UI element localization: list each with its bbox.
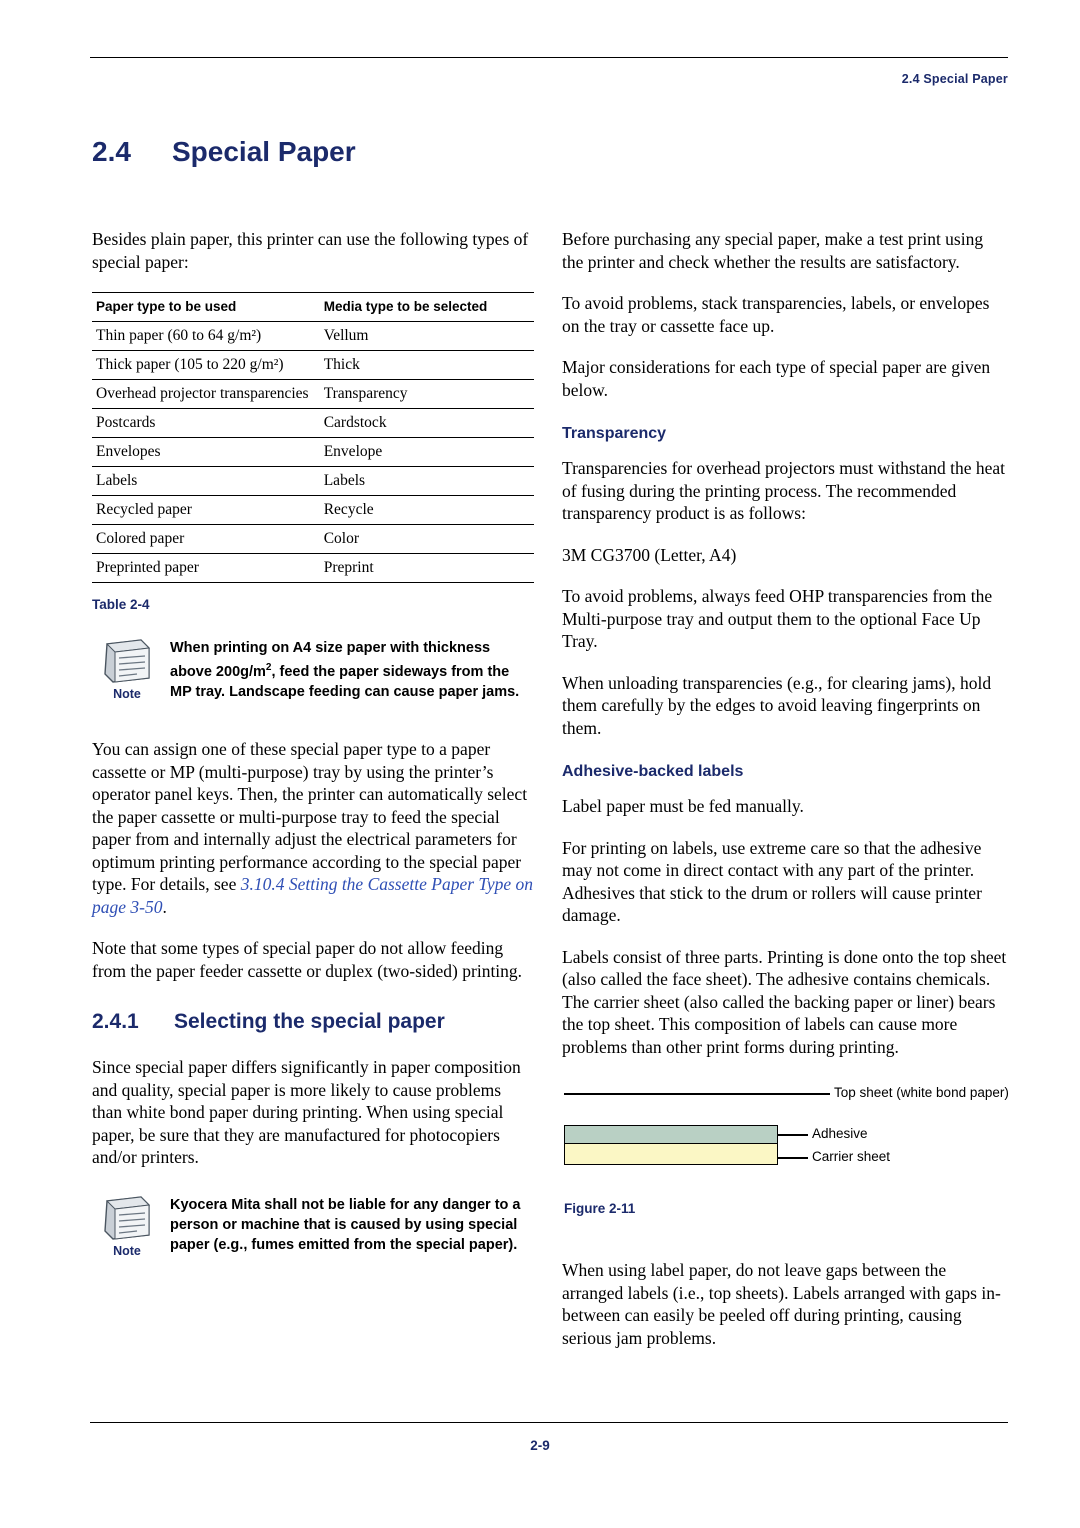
document-page: 2.4 Special Paper 2.4 Special Paper Besid… [0, 0, 1080, 1528]
right-column: Before purchasing any special paper, mak… [562, 228, 1009, 1368]
cell-paper-type: Postcards [92, 408, 320, 438]
labels-paragraph-2: For printing on labels, use extreme care… [562, 837, 982, 926]
cell-paper-type: Overhead projector transparencies [92, 379, 320, 409]
labels-paragraph-1: Label paper must be fed manually. [562, 796, 804, 816]
figure-leader-carrier [778, 1157, 808, 1159]
note-icon-wrap: Note [92, 1195, 162, 1258]
footer-divider [90, 1422, 1008, 1423]
left-column: Besides plain paper, this printer can us… [92, 228, 534, 1295]
page-number: 2-9 [530, 1438, 550, 1453]
subheading-adhesive-backed-labels: Adhesive-backed labels [562, 763, 744, 780]
cell-paper-type: Colored paper [92, 524, 320, 554]
cell-media-type: Vellum [319, 321, 534, 351]
cell-media-type: Thick [319, 350, 534, 380]
table-header-paper-type: Paper type to be used [92, 292, 320, 322]
table-row: Preprinted paper Preprint [92, 553, 534, 583]
table-caption: Table 2-4 [92, 597, 150, 612]
table-row: Envelopes Envelope [92, 437, 534, 467]
notebook-icon [104, 1195, 151, 1240]
notebook-icon [104, 639, 151, 683]
table-row: Recycled paper Recycle [92, 495, 534, 525]
note-text: When printing on A4 size paper with thic… [170, 638, 534, 702]
running-head: 2.4 Special Paper [901, 72, 1008, 86]
assign-paragraph-end: . [162, 896, 167, 917]
major-considerations-paragraph: Major considerations for each type of sp… [562, 357, 991, 400]
figure-leader-adhesive [778, 1134, 808, 1136]
note-block-liability: Note Kyocera Mita shall not be liable fo… [92, 1195, 534, 1269]
avoid-problems-paragraph: To avoid problems, stack transparencies,… [562, 293, 990, 336]
transparency-product: 3M CG3700 (Letter, A4) [562, 544, 737, 565]
feeding-note-paragraph: Note that some types of special paper do… [92, 938, 523, 981]
before-purchasing-paragraph: Before purchasing any special paper, mak… [562, 229, 984, 272]
figure-label-top-sheet: Top sheet (white bond paper) [834, 1085, 1009, 1100]
cell-media-type: Cardstock [319, 408, 534, 438]
section-heading-selecting-special-paper: 2.4.1 Selecting the special paper [92, 1010, 534, 1034]
table-row: Thick paper (105 to 220 g/m²) Thick [92, 350, 534, 380]
cell-paper-type: Labels [92, 466, 320, 496]
table-header-media-type: Media type to be selected [319, 292, 534, 322]
note-label: Note [113, 687, 141, 701]
figure-caption: Figure 2-11 [564, 1201, 636, 1216]
table-row: Labels Labels [92, 466, 534, 496]
transparency-paragraph-2: To avoid problems, always feed OHP trans… [562, 586, 993, 651]
intro-paragraph: Besides plain paper, this printer can us… [92, 229, 529, 272]
cell-paper-type: Envelopes [92, 437, 320, 467]
figure-label-carrier-sheet: Carrier sheet [812, 1149, 891, 1164]
figure-top-sheet-line [564, 1093, 778, 1095]
cell-media-type: Recycle [319, 495, 534, 525]
subheading-transparency: Transparency [562, 425, 667, 442]
figure-adhesive-band [564, 1125, 778, 1144]
note-block-a4-thickness: Note When printing on A4 size paper with… [92, 638, 534, 712]
figure-label-adhesive: Adhesive [812, 1126, 868, 1141]
figure-leader-top [778, 1093, 830, 1095]
cell-paper-type: Recycled paper [92, 495, 320, 525]
cell-media-type: Preprint [319, 553, 534, 583]
cell-media-type: Labels [319, 466, 534, 496]
labels-paragraph-3: Labels consist of three parts. Printing … [562, 946, 1007, 1057]
gaps-paragraph: When using label paper, do not leave gap… [562, 1260, 1001, 1348]
figure-carrier-band [564, 1144, 778, 1165]
cell-media-type: Transparency [319, 379, 534, 409]
table-row: Thin paper (60 to 64 g/m²) Vellum [92, 321, 534, 351]
note-icon-wrap: Note [92, 638, 162, 701]
table-row: Postcards Cardstock [92, 408, 534, 438]
table-header-row: Paper type to be used Media type to be s… [92, 292, 534, 322]
section-title: Selecting the special paper [174, 1010, 445, 1033]
transparency-paragraph-1: Transparencies for overhead projectors m… [562, 458, 1006, 523]
cell-media-type: Envelope [319, 437, 534, 467]
assign-paragraph-lead: You can assign one of these special pape… [92, 739, 528, 894]
paper-type-table: Paper type to be used Media type to be s… [92, 292, 534, 583]
assign-paragraph: You can assign one of these special pape… [92, 738, 534, 918]
label-composition-figure: Top sheet (white bond paper) Adhesive Ca… [562, 1077, 1009, 1237]
page-title: 2.4 Special Paper [92, 136, 356, 168]
header-divider [90, 57, 1008, 58]
cell-paper-type: Thick paper (105 to 220 g/m²) [92, 350, 320, 380]
cell-media-type: Color [319, 524, 534, 554]
chapter-title-text: Special Paper [172, 136, 356, 167]
cell-paper-type: Thin paper (60 to 64 g/m²) [92, 321, 320, 351]
chapter-number: 2.4 [92, 136, 131, 167]
transparency-paragraph-3: When unloading transparencies (e.g., for… [562, 672, 992, 738]
section-number: 2.4.1 [92, 1010, 139, 1033]
note-text: Kyocera Mita shall not be liable for any… [170, 1196, 521, 1253]
since-paragraph: Since special paper differs significantl… [92, 1057, 521, 1167]
note-label: Note [113, 1243, 141, 1258]
table-row: Colored paper Color [92, 524, 534, 554]
table-row: Overhead projector transparencies Transp… [92, 379, 534, 409]
cell-paper-type: Preprinted paper [92, 553, 320, 583]
